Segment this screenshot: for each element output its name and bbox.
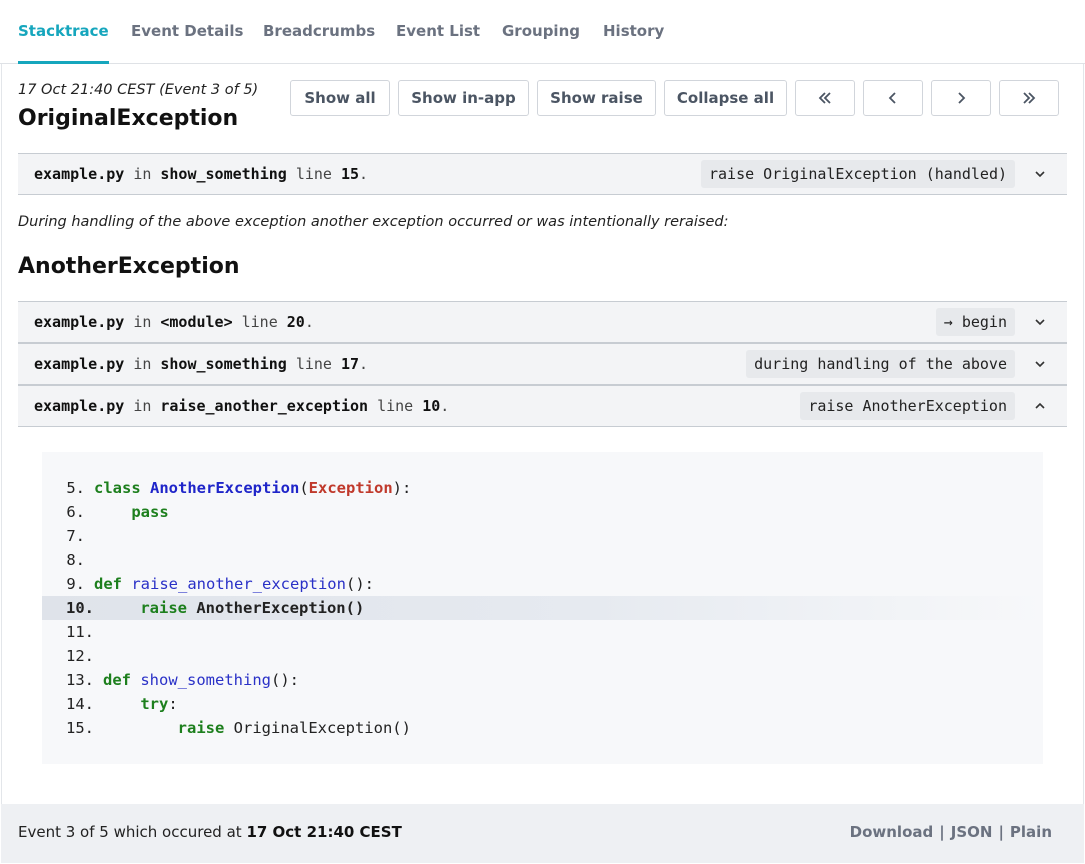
- second-exception-title: AnotherException: [18, 254, 240, 279]
- plain-link[interactable]: Plain: [1010, 823, 1052, 841]
- frame-in-label: in: [133, 165, 152, 183]
- frame-in-label: in: [133, 313, 152, 331]
- frame-line-number: 15: [340, 165, 359, 183]
- tab-bar: Stacktrace Event Details Breadcrumbs Eve…: [0, 0, 1085, 64]
- code-line-number: 14.: [66, 695, 94, 713]
- show-raise-button[interactable]: Show raise: [537, 80, 656, 116]
- code-line: 9. def raise_another_exception():: [42, 572, 1043, 596]
- tab-grouping[interactable]: Grouping: [502, 0, 580, 64]
- code-line-content: def show_something():: [103, 671, 299, 689]
- frame-badge: raise AnotherException: [800, 392, 1015, 420]
- json-link[interactable]: JSON: [951, 823, 993, 841]
- code-line-number: 13.: [66, 671, 94, 689]
- frame-line-number: 17: [340, 355, 359, 373]
- tab-breadcrumbs[interactable]: Breadcrumbs: [263, 0, 375, 64]
- code-line: 7.: [42, 524, 1043, 548]
- tab-stacktrace[interactable]: Stacktrace: [18, 0, 109, 64]
- frame-in-label: in: [133, 397, 152, 415]
- double-chevron-left-icon: [818, 92, 831, 104]
- code-line-number: 6.: [66, 503, 85, 521]
- code-line-content: def raise_another_exception():: [94, 575, 374, 593]
- code-line: 8.: [42, 548, 1043, 572]
- event-meta: 17 Oct 21:40 CEST (Event 3 of 5): [18, 82, 259, 98]
- footer-timestamp: 17 Oct 21:40 CEST: [246, 823, 402, 841]
- last-event-button[interactable]: [999, 80, 1059, 116]
- code-line-number: 10.: [66, 599, 94, 617]
- code-line-number: 15.: [66, 719, 94, 737]
- footer: Event 3 of 5 which occured at 17 Oct 21:…: [1, 804, 1084, 863]
- frame-row[interactable]: example.py in <module> line 20. → begin: [18, 301, 1067, 343]
- frame-line-number: 10: [422, 397, 441, 415]
- frame-badge: → begin: [935, 308, 1015, 336]
- first-event-button[interactable]: [795, 80, 855, 116]
- frame-row[interactable]: example.py in raise_another_exception li…: [18, 385, 1067, 427]
- chevron-left-icon: [888, 92, 896, 104]
- code-line-content: pass: [131, 503, 169, 521]
- frame-line-label: line: [295, 355, 332, 373]
- tab-history[interactable]: History: [603, 0, 664, 64]
- code-line-number: 8.: [66, 551, 85, 569]
- code-line-number: 12.: [66, 647, 94, 665]
- code-line-content: try:: [140, 695, 178, 713]
- show-all-button[interactable]: Show all: [290, 80, 390, 116]
- tab-event-details[interactable]: Event Details: [131, 0, 243, 64]
- frame-filename: example.py: [34, 313, 125, 331]
- code-line-content: class AnotherException(Exception):: [94, 479, 412, 497]
- chaining-note: During handling of the above exception a…: [18, 214, 729, 230]
- frame-row[interactable]: example.py in show_something line 15. ra…: [18, 153, 1067, 195]
- code-line: 12.: [42, 644, 1043, 668]
- chevron-down-icon[interactable]: [1033, 357, 1047, 371]
- footer-prefix: Event 3 of 5 which occured at: [18, 823, 247, 841]
- footer-separator: |: [998, 823, 1004, 841]
- code-line: 10. raise AnotherException(): [42, 596, 1043, 620]
- footer-separator: |: [939, 823, 945, 841]
- frame-filename: example.py: [34, 397, 125, 415]
- code-line-number: 5.: [66, 479, 85, 497]
- frame-function: <module>: [160, 313, 233, 331]
- chevron-down-icon[interactable]: [1033, 315, 1047, 329]
- collapse-all-button[interactable]: Collapse all: [664, 80, 787, 116]
- next-event-button[interactable]: [931, 80, 991, 116]
- frame-row[interactable]: example.py in show_something line 17. du…: [18, 343, 1067, 385]
- frame-line-number: 20: [286, 313, 305, 331]
- frame-function: show_something: [160, 165, 287, 183]
- frame-function: raise_another_exception: [160, 397, 369, 415]
- frame-line-label: line: [241, 313, 278, 331]
- frame-filename: example.py: [34, 165, 125, 183]
- frame-function: show_something: [160, 355, 287, 373]
- code-line-number: 7.: [66, 527, 85, 545]
- code-line: 13. def show_something():: [42, 668, 1043, 692]
- frame-badge: during handling of the above: [746, 350, 1015, 378]
- previous-event-button[interactable]: [863, 80, 923, 116]
- frame-filename: example.py: [34, 355, 125, 373]
- code-line-number: 9.: [66, 575, 85, 593]
- double-chevron-right-icon: [1023, 92, 1036, 104]
- code-line: 11.: [42, 620, 1043, 644]
- chevron-down-icon[interactable]: [1033, 167, 1047, 181]
- show-in-app-button[interactable]: Show in-app: [398, 80, 529, 116]
- frame-badge: raise OriginalException (handled): [700, 160, 1015, 188]
- code-line: 14. try:: [42, 692, 1043, 716]
- code-line: 5. class AnotherException(Exception):: [42, 476, 1043, 500]
- code-line-content: raise AnotherException(): [140, 599, 365, 617]
- download-link[interactable]: Download: [850, 823, 934, 841]
- tab-event-list[interactable]: Event List: [396, 0, 480, 64]
- code-line-number: 11.: [66, 623, 94, 641]
- chevron-right-icon: [958, 92, 966, 104]
- code-line: 6. pass: [42, 500, 1043, 524]
- frame-line-label: line: [295, 165, 332, 183]
- footer-event-info: Event 3 of 5 which occured at 17 Oct 21:…: [18, 804, 402, 861]
- code-context: 5. class AnotherException(Exception): 6. p…: [42, 452, 1043, 764]
- frame-in-label: in: [133, 355, 152, 373]
- exception-title: OriginalException: [18, 106, 239, 131]
- frame-line-label: line: [377, 397, 414, 415]
- code-line-content: raise OriginalException(): [177, 719, 411, 737]
- chevron-up-icon[interactable]: [1033, 399, 1047, 413]
- code-line: 15. raise OriginalException(): [42, 716, 1043, 740]
- footer-links: Download | JSON | Plain: [850, 804, 1052, 861]
